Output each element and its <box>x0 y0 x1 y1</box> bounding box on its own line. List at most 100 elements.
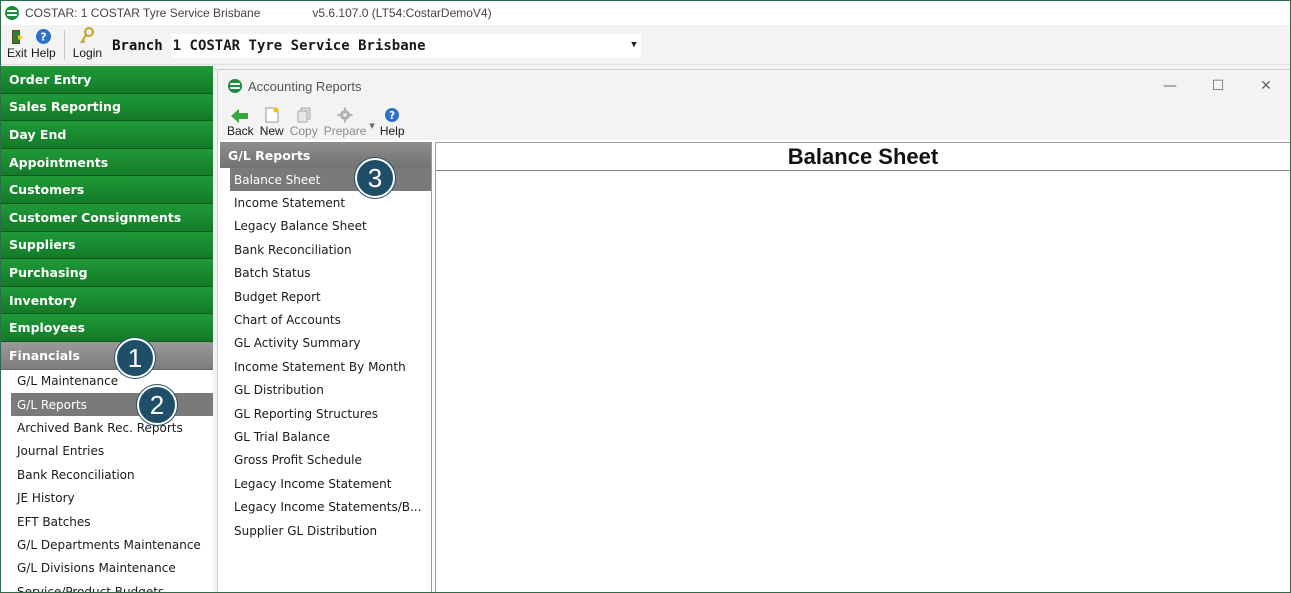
nav-item-service-product-budgets[interactable]: Service/Product Budgets <box>1 580 213 593</box>
login-label: Login <box>72 46 103 60</box>
back-arrow-icon <box>231 109 249 123</box>
nav-section-order-entry[interactable]: Order Entry <box>1 66 213 94</box>
reports-panel-header: G/L Reports <box>220 142 431 168</box>
login-button[interactable]: Login <box>71 27 104 64</box>
nav-item-label: Bank Reconciliation <box>17 467 135 482</box>
branch-value: 1 COSTAR Tyre Service Brisbane <box>172 38 426 54</box>
report-item-label: Bank Reconciliation <box>234 242 352 257</box>
costar-logo-icon <box>228 79 242 93</box>
nav-item-label: Service/Product Budgets <box>17 584 165 593</box>
nav-section-inventory[interactable]: Inventory <box>1 286 213 315</box>
exit-icon <box>12 30 23 44</box>
nav-section-suppliers[interactable]: Suppliers <box>1 231 213 260</box>
nav-item-gl-departments-maintenance[interactable]: G/L Departments Maintenance <box>1 533 213 556</box>
report-item-budget-report[interactable]: Budget Report <box>220 285 431 308</box>
callout-marker-3: 3 <box>355 158 395 198</box>
callout-marker-2: 2 <box>137 385 177 425</box>
report-item-legacy-balance-sheet[interactable]: Legacy Balance Sheet <box>220 215 431 238</box>
nav-item-eft-batches[interactable]: EFT Batches <box>1 510 213 533</box>
nav-item-label: G/L Divisions Maintenance <box>17 561 176 576</box>
nav-section-sales-reporting[interactable]: Sales Reporting <box>1 93 213 122</box>
nav-item-gl-reports[interactable]: G/L Reports <box>11 392 213 417</box>
nav-item-archived-bank-rec-reports[interactable]: Archived Bank Rec. Reports <box>1 416 213 439</box>
exit-button[interactable]: Exit <box>5 29 29 64</box>
nav-section-label: Appointments <box>9 154 109 170</box>
nav-item-label: G/L Departments Maintenance <box>17 537 201 552</box>
nav-section-employees[interactable]: Employees <box>1 314 213 342</box>
prepare-dropdown-icon[interactable]: ▼ <box>369 122 374 130</box>
help-icon: ? <box>35 29 51 44</box>
report-item-balance-sheet[interactable]: Balance Sheet <box>230 168 431 192</box>
gl-reports-panel: G/L Reports Balance Sheet Income Stateme… <box>220 142 432 592</box>
report-item-income-statement[interactable]: Income Statement <box>220 191 431 214</box>
report-item-label: Budget Report <box>234 289 321 304</box>
nav-section-label: Suppliers <box>9 237 76 253</box>
nav-item-gl-maintenance[interactable]: G/L Maintenance <box>1 370 213 393</box>
main-toolbar: Exit ? Help Login Branch 1 COSTAR Tyre S… <box>1 25 1290 65</box>
nav-section-appointments[interactable]: Appointments <box>1 148 213 177</box>
nav-section-purchasing[interactable]: Purchasing <box>1 259 213 287</box>
window-help-label: Help <box>379 124 405 138</box>
report-item-label: Legacy Balance Sheet <box>234 219 367 234</box>
nav-item-label: G/L Maintenance <box>17 374 119 389</box>
nav-item-bank-reconciliation[interactable]: Bank Reconciliation <box>1 463 213 486</box>
svg-text:?: ? <box>40 31 46 44</box>
gear-icon <box>337 107 353 123</box>
report-content-pane: Balance Sheet <box>435 142 1290 592</box>
copy-label: Copy <box>289 124 318 138</box>
branch-select[interactable]: 1 COSTAR Tyre Service Brisbane ▼ <box>170 34 641 58</box>
report-title: Balance Sheet <box>436 143 1290 171</box>
nav-item-je-history[interactable]: JE History <box>1 486 213 509</box>
report-item-label: GL Activity Summary <box>234 336 361 351</box>
report-item-label: Income Statement By Month <box>234 359 406 374</box>
exit-label: Exit <box>7 46 28 60</box>
nav-section-label: Employees <box>9 320 85 336</box>
nav-item-label: Journal Entries <box>17 444 105 459</box>
report-item-label: Legacy Income Statements/B... <box>234 500 422 515</box>
close-button[interactable]: ✕ <box>1242 70 1290 102</box>
report-item-gross-profit-schedule[interactable]: Gross Profit Schedule <box>220 449 431 472</box>
report-item-income-statement-by-month[interactable]: Income Statement By Month <box>220 355 431 378</box>
help-button[interactable]: ? Help <box>29 28 58 64</box>
window-help-button[interactable]: ? Help <box>377 107 408 140</box>
new-label: New <box>259 124 284 138</box>
nav-section-label: Financials <box>9 347 80 363</box>
report-item-gl-reporting-structures[interactable]: GL Reporting Structures <box>220 402 431 425</box>
report-item-label: Legacy Income Statement <box>234 476 392 491</box>
report-item-label: Income Statement <box>234 196 346 211</box>
toolbar-separator <box>63 30 65 60</box>
maximize-button[interactable]: ☐ <box>1194 70 1242 102</box>
nav-section-financials[interactable]: Financials <box>1 341 213 370</box>
app-version: v5.6.107.0 (LT54:CostarDemoV4) <box>312 6 492 20</box>
report-item-gl-trial-balance[interactable]: GL Trial Balance <box>220 425 431 448</box>
report-item-gl-distribution[interactable]: GL Distribution <box>220 379 431 402</box>
report-item-legacy-income-statements-b[interactable]: Legacy Income Statements/B... <box>220 495 431 518</box>
new-button[interactable]: New <box>257 107 287 140</box>
back-button[interactable]: Back <box>224 109 257 140</box>
prepare-button[interactable]: Prepare <box>321 107 370 140</box>
chevron-down-icon: ▼ <box>631 40 637 50</box>
report-item-label: GL Distribution <box>234 383 324 398</box>
report-item-gl-activity-summary[interactable]: GL Activity Summary <box>220 332 431 355</box>
window-title: Accounting Reports <box>248 78 362 94</box>
nav-section-customer-consignments[interactable]: Customer Consignments <box>1 203 213 232</box>
costar-logo-icon <box>5 6 19 20</box>
nav-section-label: Purchasing <box>9 264 88 280</box>
report-item-chart-of-accounts[interactable]: Chart of Accounts <box>220 308 431 331</box>
report-item-batch-status[interactable]: Batch Status <box>220 262 431 285</box>
nav-item-journal-entries[interactable]: Journal Entries <box>1 440 213 463</box>
nav-item-gl-divisions-maintenance[interactable]: G/L Divisions Maintenance <box>1 557 213 580</box>
key-icon <box>80 27 95 44</box>
copy-button[interactable]: Copy <box>287 107 321 140</box>
nav-section-label: Day End <box>9 126 67 142</box>
report-item-label: Balance Sheet <box>234 172 321 187</box>
nav-section-day-end[interactable]: Day End <box>1 121 213 149</box>
report-item-supplier-gl-distribution[interactable]: Supplier GL Distribution <box>220 519 431 542</box>
report-item-bank-reconciliation[interactable]: Bank Reconciliation <box>220 238 431 261</box>
minimize-button[interactable]: — <box>1146 70 1194 102</box>
window-controls: — ☐ ✕ <box>1146 70 1290 102</box>
report-item-legacy-income-statement[interactable]: Legacy Income Statement <box>220 472 431 495</box>
report-item-label: Batch Status <box>234 266 311 281</box>
nav-item-label: G/L Reports <box>17 397 87 412</box>
nav-section-customers[interactable]: Customers <box>1 176 213 204</box>
